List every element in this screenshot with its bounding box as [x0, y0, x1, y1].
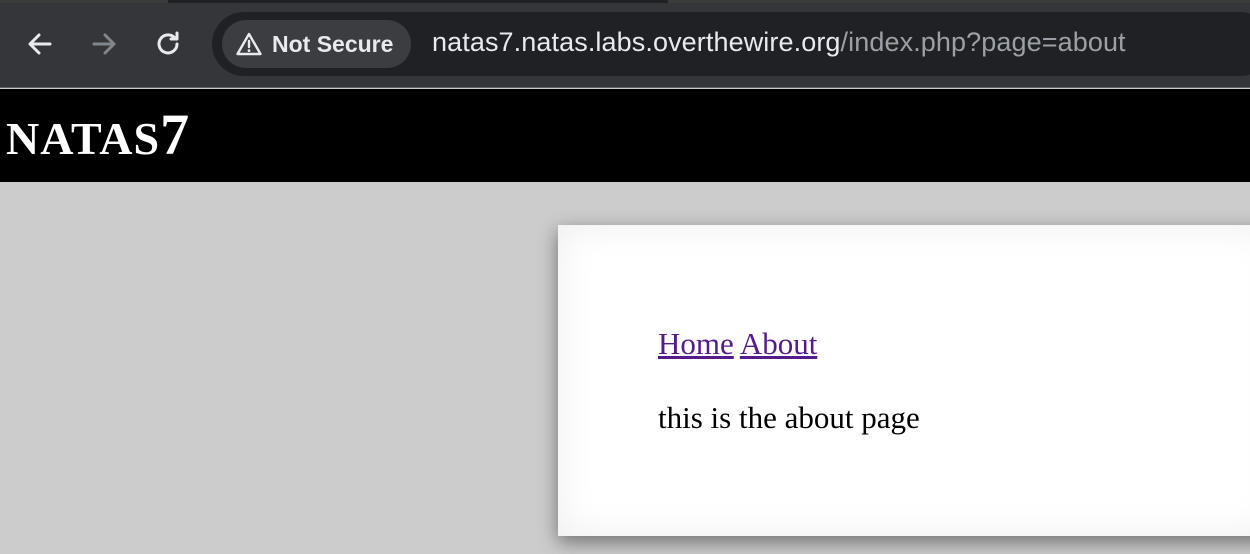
- site-title-number: 7: [160, 102, 191, 167]
- site-title-text: natas: [6, 113, 161, 164]
- forward-button[interactable]: [82, 22, 126, 66]
- page-header: natas7: [0, 89, 1250, 182]
- url-text[interactable]: natas7.natas.labs.overthewire.org/index.…: [432, 27, 1126, 58]
- browser-toolbar: Not Secure natas7.natas.labs.overthewire…: [0, 0, 1250, 88]
- about-link[interactable]: About: [740, 326, 818, 361]
- url-host: natas7.natas.labs.overthewire.org: [432, 27, 841, 57]
- content-panel: Home About this is the about page: [558, 225, 1250, 536]
- security-label: Not Secure: [272, 30, 394, 57]
- reload-icon: [157, 31, 179, 55]
- address-bar[interactable]: Not Secure natas7.natas.labs.overthewire…: [212, 12, 1250, 76]
- arrow-right-icon: [92, 33, 116, 55]
- tab-edge: [668, 0, 1250, 3]
- warning-triangle-icon: [236, 32, 262, 56]
- site-title: natas7: [6, 103, 190, 171]
- tab-edge: [0, 0, 168, 3]
- reload-button[interactable]: [146, 22, 190, 66]
- security-indicator[interactable]: Not Secure: [222, 20, 412, 68]
- arrow-left-icon: [28, 33, 52, 55]
- nav-links: Home About: [658, 325, 817, 363]
- home-link[interactable]: Home: [658, 326, 734, 361]
- page-body-text: this is the about page: [658, 400, 920, 435]
- back-button[interactable]: [18, 22, 62, 66]
- url-path: /index.php?page=about: [840, 27, 1126, 57]
